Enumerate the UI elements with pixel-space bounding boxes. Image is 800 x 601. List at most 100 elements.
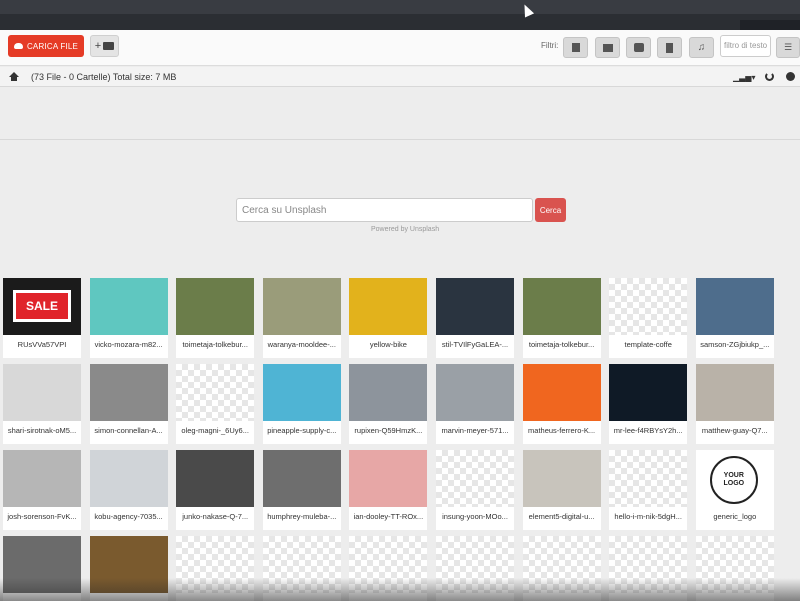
toolbar: CARICA FILE + Filtri: ♫ filtro di testo …	[0, 30, 800, 66]
home-icon[interactable]	[9, 72, 19, 81]
file-thumbnail	[522, 364, 601, 421]
file-tile[interactable]: toimetaja-tolkebur...	[176, 278, 255, 358]
file-tile[interactable]: waranya-mooldee-...	[262, 278, 341, 358]
file-thumbnail	[262, 450, 341, 507]
file-thumbnail	[89, 278, 168, 335]
file-name: humphrey-muleba-...	[267, 512, 337, 521]
file-thumbnail	[89, 450, 168, 507]
file-name: matheus-ferrero-K...	[528, 426, 596, 435]
new-folder-button[interactable]: +	[90, 35, 119, 57]
file-name: generic_logo	[713, 512, 757, 521]
file-tile[interactable]: vicko-mozara-m82...	[89, 278, 168, 358]
file-icon	[571, 43, 580, 52]
file-name: hello-i-m-nik-5dgH...	[614, 512, 682, 521]
filters-label: Filtri:	[541, 41, 559, 50]
file-thumbnail: SALE	[3, 278, 81, 335]
file-thumbnail	[609, 364, 688, 421]
file-tile[interactable]: junko-nakase-Q-7...	[176, 450, 255, 530]
file-name: ian-dooley-TT-ROx...	[353, 512, 424, 521]
file-name: toimetaja-tolkebur...	[528, 340, 595, 349]
music-icon: ♫	[697, 42, 706, 53]
section-divider	[0, 139, 800, 140]
list-view-button[interactable]: ☰	[776, 37, 800, 58]
file-name: oleg-magni-_6Uy6...	[181, 426, 249, 435]
file-thumbnail	[695, 364, 774, 421]
sale-sign-text: SALE	[25, 299, 58, 313]
file-name: matthew-guay-Q7...	[701, 426, 768, 435]
file-thumbnail	[349, 450, 428, 507]
sale-sign: SALE	[13, 290, 71, 322]
archive-icon	[633, 43, 644, 52]
file-tile[interactable]: matthew-guay-Q7...	[695, 364, 774, 444]
filter-files-button[interactable]	[563, 37, 588, 58]
file-tile[interactable]: shari-sirotnak-oM5...	[3, 364, 81, 444]
file-tile[interactable]: matheus-ferrero-K...	[522, 364, 601, 444]
file-tile[interactable]: oleg-magni-_6Uy6...	[176, 364, 255, 444]
video-icon	[666, 42, 673, 53]
file-thumbnail: YOUR LOGO	[695, 450, 774, 507]
filter-music-button[interactable]: ♫	[689, 37, 714, 58]
logo-badge: YOUR LOGO	[709, 456, 758, 504]
file-name: kobu-agency-7035...	[94, 512, 163, 521]
browser-top-bar	[0, 0, 800, 30]
file-name: yellow-bike	[369, 340, 407, 349]
file-name: simon-connellan-A...	[94, 426, 163, 435]
file-thumbnail	[176, 364, 255, 421]
file-thumbnail	[609, 278, 688, 335]
unsplash-search-input[interactable]: Cerca su Unsplash	[236, 198, 533, 222]
file-tile[interactable]: SALE RUsVVa57VPI	[3, 278, 81, 358]
browser-corner-block	[740, 20, 800, 30]
filter-images-button[interactable]	[595, 37, 620, 58]
unsplash-search-button[interactable]: Cerca	[535, 198, 566, 222]
file-thumbnail	[436, 278, 514, 335]
file-name: toimetaja-tolkebur...	[182, 340, 248, 349]
file-tile[interactable]: insung-yoon-MOo...	[436, 450, 514, 530]
file-thumbnail	[176, 450, 255, 507]
file-tile[interactable]: samson-ZGjbiukp_...	[695, 278, 774, 358]
file-thumbnail	[176, 278, 255, 335]
image-icon	[602, 43, 613, 52]
file-tile[interactable]: element5-digital-u...	[522, 450, 601, 530]
file-tile[interactable]: rupixen-Q59HmzK...	[349, 364, 428, 444]
file-thumbnail	[89, 364, 168, 421]
file-tile[interactable]: marvin-meyer-571...	[436, 364, 514, 444]
file-name: marvin-meyer-571...	[441, 426, 509, 435]
filter-videos-button[interactable]	[657, 37, 682, 58]
file-thumbnail	[695, 278, 774, 335]
file-tile[interactable]: hello-i-m-nik-5dgH...	[609, 450, 688, 530]
upload-file-button[interactable]: CARICA FILE	[8, 35, 84, 57]
file-tile[interactable]: stil-TVIlFyGaLEA-...	[436, 278, 514, 358]
file-tile[interactable]: ian-dooley-TT-ROx...	[349, 450, 428, 530]
logo-word: LOGO	[723, 480, 745, 487]
file-tile[interactable]: kobu-agency-7035...	[89, 450, 168, 530]
file-tile[interactable]: YOUR LOGO generic_logo	[695, 450, 774, 530]
powered-by-unsplash: Powered by Unsplash	[371, 226, 440, 233]
file-tile[interactable]: yellow-bike	[349, 278, 428, 358]
file-name: mr-lee-f4RBYsY2h...	[613, 426, 683, 435]
file-thumbnail	[3, 450, 81, 507]
file-name: element5-digital-u...	[528, 512, 595, 521]
file-tile[interactable]: humphrey-muleba-...	[262, 450, 341, 530]
file-tile[interactable]: simon-connellan-A...	[89, 364, 168, 444]
file-tile[interactable]: toimetaja-tolkebur...	[522, 278, 601, 358]
file-thumbnail	[522, 278, 601, 335]
text-filter-input[interactable]: filtro di testo	[720, 35, 771, 57]
file-name: vicko-mozara-m82...	[94, 340, 163, 349]
file-name: samson-ZGjbiukp_...	[700, 340, 770, 349]
file-name: RUsVVa57VPI	[17, 340, 67, 349]
file-manager: CARICA FILE + Filtri: ♫ filtro di testo …	[0, 30, 800, 601]
refresh-icon[interactable]	[765, 72, 774, 81]
sort-icon[interactable]: ▁▃▅▾	[733, 73, 755, 82]
globe-icon[interactable]	[786, 72, 795, 81]
file-tile[interactable]: pineapple-supply-c...	[262, 364, 341, 444]
file-tile[interactable]: josh-sorenson-FvK...	[3, 450, 81, 530]
file-tile[interactable]: mr-lee-f4RBYsY2h...	[609, 364, 688, 444]
filter-archives-button[interactable]	[626, 37, 651, 58]
file-thumbnail	[262, 364, 341, 421]
browser-title-strip	[0, 0, 800, 14]
file-tile[interactable]: template-coffe	[609, 278, 688, 358]
upload-file-label: CARICA FILE	[26, 41, 79, 51]
file-thumbnail	[262, 278, 341, 335]
file-thumbnail	[522, 450, 601, 507]
screen-bottom-fade	[0, 578, 800, 601]
